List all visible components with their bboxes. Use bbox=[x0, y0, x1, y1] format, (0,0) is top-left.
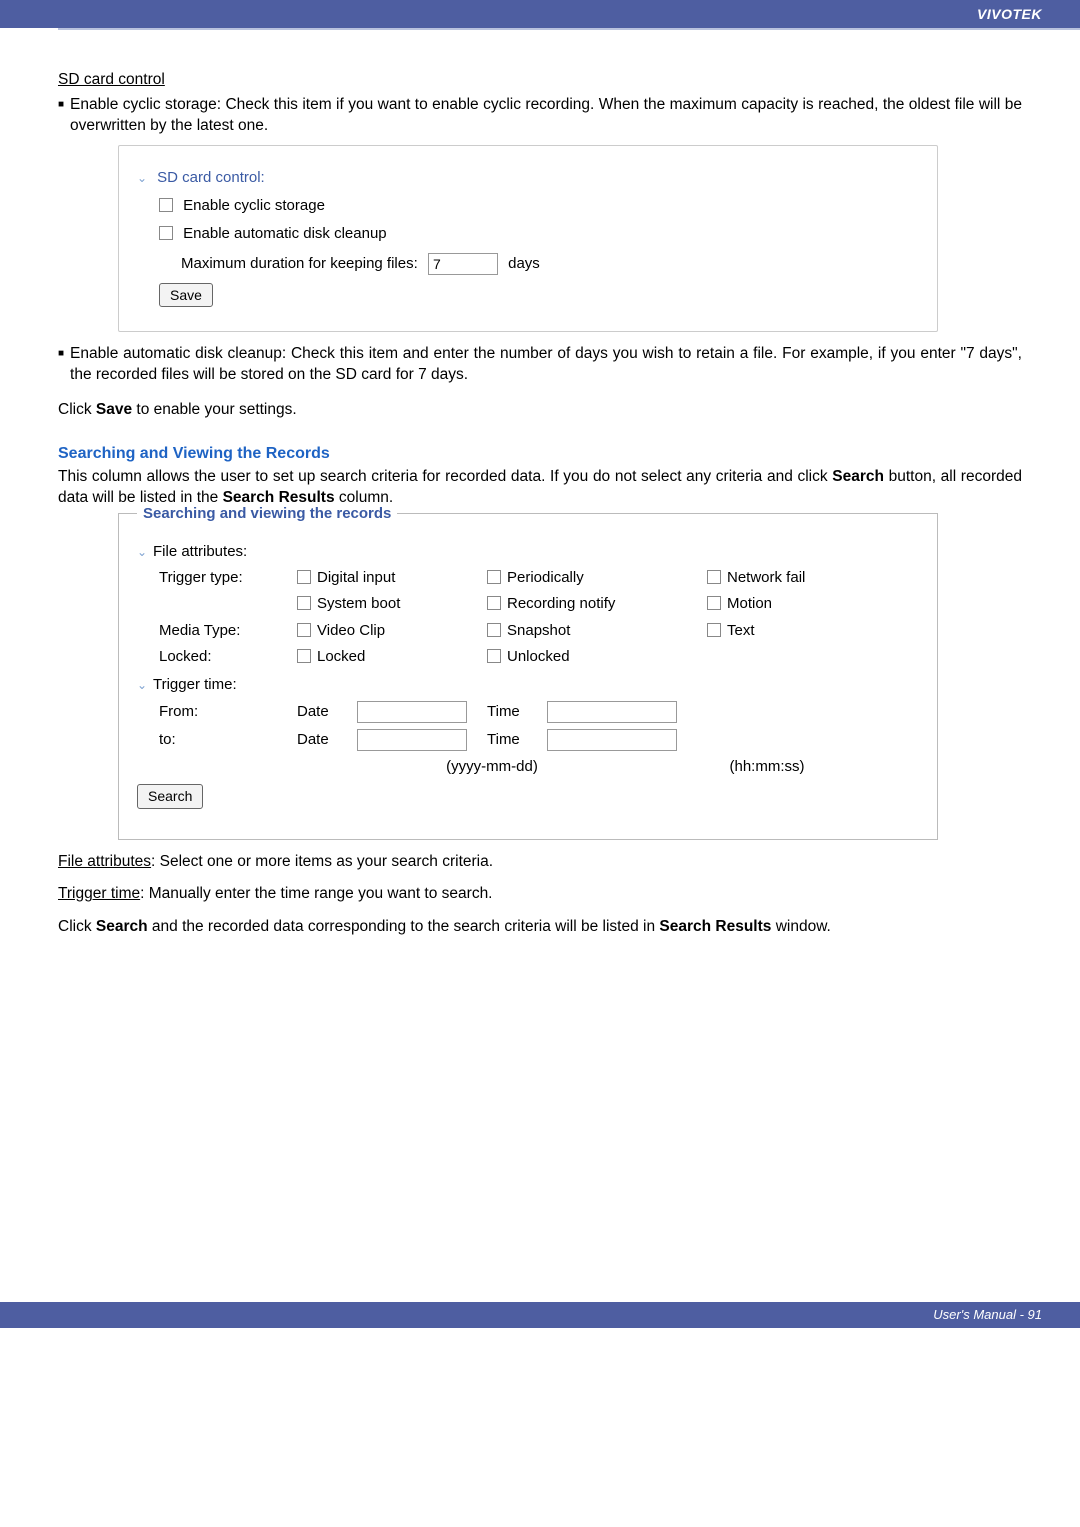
snapshot-label: Snapshot bbox=[507, 621, 570, 641]
last-pre: Click bbox=[58, 918, 96, 935]
locked-label: Locked: bbox=[137, 647, 297, 667]
search-legend: Searching and viewing the records bbox=[137, 504, 397, 524]
sd-bullet1: Enable cyclic storage: Check this item i… bbox=[70, 95, 1022, 137]
video-clip-checkbox[interactable] bbox=[297, 623, 311, 637]
from-date-input[interactable] bbox=[357, 701, 467, 723]
network-fail-checkbox[interactable] bbox=[707, 570, 721, 584]
trigger-time-label: Trigger time: bbox=[153, 675, 237, 695]
cleanup-checkbox[interactable] bbox=[159, 226, 173, 240]
recording-notify-label: Recording notify bbox=[507, 594, 615, 614]
click-save-text-pre: Click bbox=[58, 401, 96, 418]
digital-input-checkbox[interactable] bbox=[297, 570, 311, 584]
trigger-time-underline: Trigger time bbox=[58, 885, 140, 902]
cleanup-label: Enable automatic disk cleanup bbox=[183, 225, 386, 242]
bullet-icon: ■ bbox=[58, 344, 64, 386]
file-attributes-label: File attributes: bbox=[153, 542, 247, 562]
sd-bullet2: Enable automatic disk cleanup: Check thi… bbox=[70, 344, 1022, 386]
motion-checkbox[interactable] bbox=[707, 596, 721, 610]
system-boot-checkbox[interactable] bbox=[297, 596, 311, 610]
sd-panel: ⌄ SD card control: Enable cyclic storage… bbox=[118, 145, 938, 333]
file-attr-underline: File attributes bbox=[58, 853, 151, 870]
locked-option-label: Locked bbox=[317, 647, 365, 667]
sd-panel-title: SD card control: bbox=[157, 169, 265, 186]
trigger-type-label: Trigger type: bbox=[137, 568, 297, 588]
sd-panel-title-row: ⌄ SD card control: bbox=[137, 168, 919, 188]
search-intro-pre: This column allows the user to set up se… bbox=[58, 468, 832, 485]
file-attr-rest: : Select one or more items as your searc… bbox=[151, 853, 493, 870]
text-label: Text bbox=[727, 621, 755, 641]
text-checkbox[interactable] bbox=[707, 623, 721, 637]
max-duration-unit: days bbox=[508, 254, 540, 271]
date-format-hint: (yyyy-mm-dd) bbox=[297, 757, 647, 777]
time-label: Time bbox=[487, 730, 547, 750]
page-body: SD card control ■ Enable cyclic storage:… bbox=[0, 30, 1080, 962]
search-button[interactable]: Search bbox=[137, 784, 203, 809]
brand-label: VIVOTEK bbox=[977, 6, 1042, 22]
cyclic-label: Enable cyclic storage bbox=[183, 197, 325, 214]
search-heading: Searching and Viewing the Records bbox=[58, 443, 1022, 465]
footer-bar: User's Manual - 91 bbox=[0, 1302, 1080, 1328]
motion-label: Motion bbox=[727, 594, 772, 614]
media-type-label: Media Type: bbox=[137, 621, 297, 641]
locked-checkbox[interactable] bbox=[297, 649, 311, 663]
last-b2: Search Results bbox=[659, 918, 771, 935]
snapshot-checkbox[interactable] bbox=[487, 623, 501, 637]
chevron-down-icon: ⌄ bbox=[137, 677, 149, 693]
sd-heading: SD card control bbox=[58, 71, 165, 88]
last-post: window. bbox=[771, 918, 830, 935]
search-fieldset: Searching and viewing the records ⌄ File… bbox=[118, 513, 938, 840]
search-intro-b1: Search bbox=[832, 468, 884, 485]
bullet-icon: ■ bbox=[58, 95, 64, 137]
time-format-hint: (hh:mm:ss) bbox=[647, 757, 887, 777]
to-label: to: bbox=[137, 730, 297, 750]
system-boot-label: System boot bbox=[317, 594, 400, 614]
save-button[interactable]: Save bbox=[159, 283, 213, 308]
from-time-input[interactable] bbox=[547, 701, 677, 723]
header-bar: VIVOTEK bbox=[0, 0, 1080, 28]
last-b1: Search bbox=[96, 918, 148, 935]
periodically-label: Periodically bbox=[507, 568, 584, 588]
unlocked-option-label: Unlocked bbox=[507, 647, 570, 667]
max-duration-label: Maximum duration for keeping files: bbox=[181, 254, 418, 271]
chevron-down-icon: ⌄ bbox=[137, 544, 149, 560]
chevron-down-icon: ⌄ bbox=[137, 170, 149, 186]
click-save-bold: Save bbox=[96, 401, 132, 418]
video-clip-label: Video Clip bbox=[317, 621, 385, 641]
click-save-text-post: to enable your settings. bbox=[132, 401, 297, 418]
cyclic-checkbox[interactable] bbox=[159, 198, 173, 212]
network-fail-label: Network fail bbox=[727, 568, 805, 588]
time-label: Time bbox=[487, 702, 547, 722]
periodically-checkbox[interactable] bbox=[487, 570, 501, 584]
trigger-time-rest: : Manually enter the time range you want… bbox=[140, 885, 492, 902]
to-time-input[interactable] bbox=[547, 729, 677, 751]
digital-input-label: Digital input bbox=[317, 568, 395, 588]
date-label: Date bbox=[297, 730, 357, 750]
recording-notify-checkbox[interactable] bbox=[487, 596, 501, 610]
from-label: From: bbox=[137, 702, 297, 722]
date-label: Date bbox=[297, 702, 357, 722]
to-date-input[interactable] bbox=[357, 729, 467, 751]
unlocked-checkbox[interactable] bbox=[487, 649, 501, 663]
last-mid: and the recorded data corresponding to t… bbox=[148, 918, 660, 935]
footer-text: User's Manual - 91 bbox=[933, 1307, 1042, 1322]
max-duration-input[interactable] bbox=[428, 253, 498, 275]
